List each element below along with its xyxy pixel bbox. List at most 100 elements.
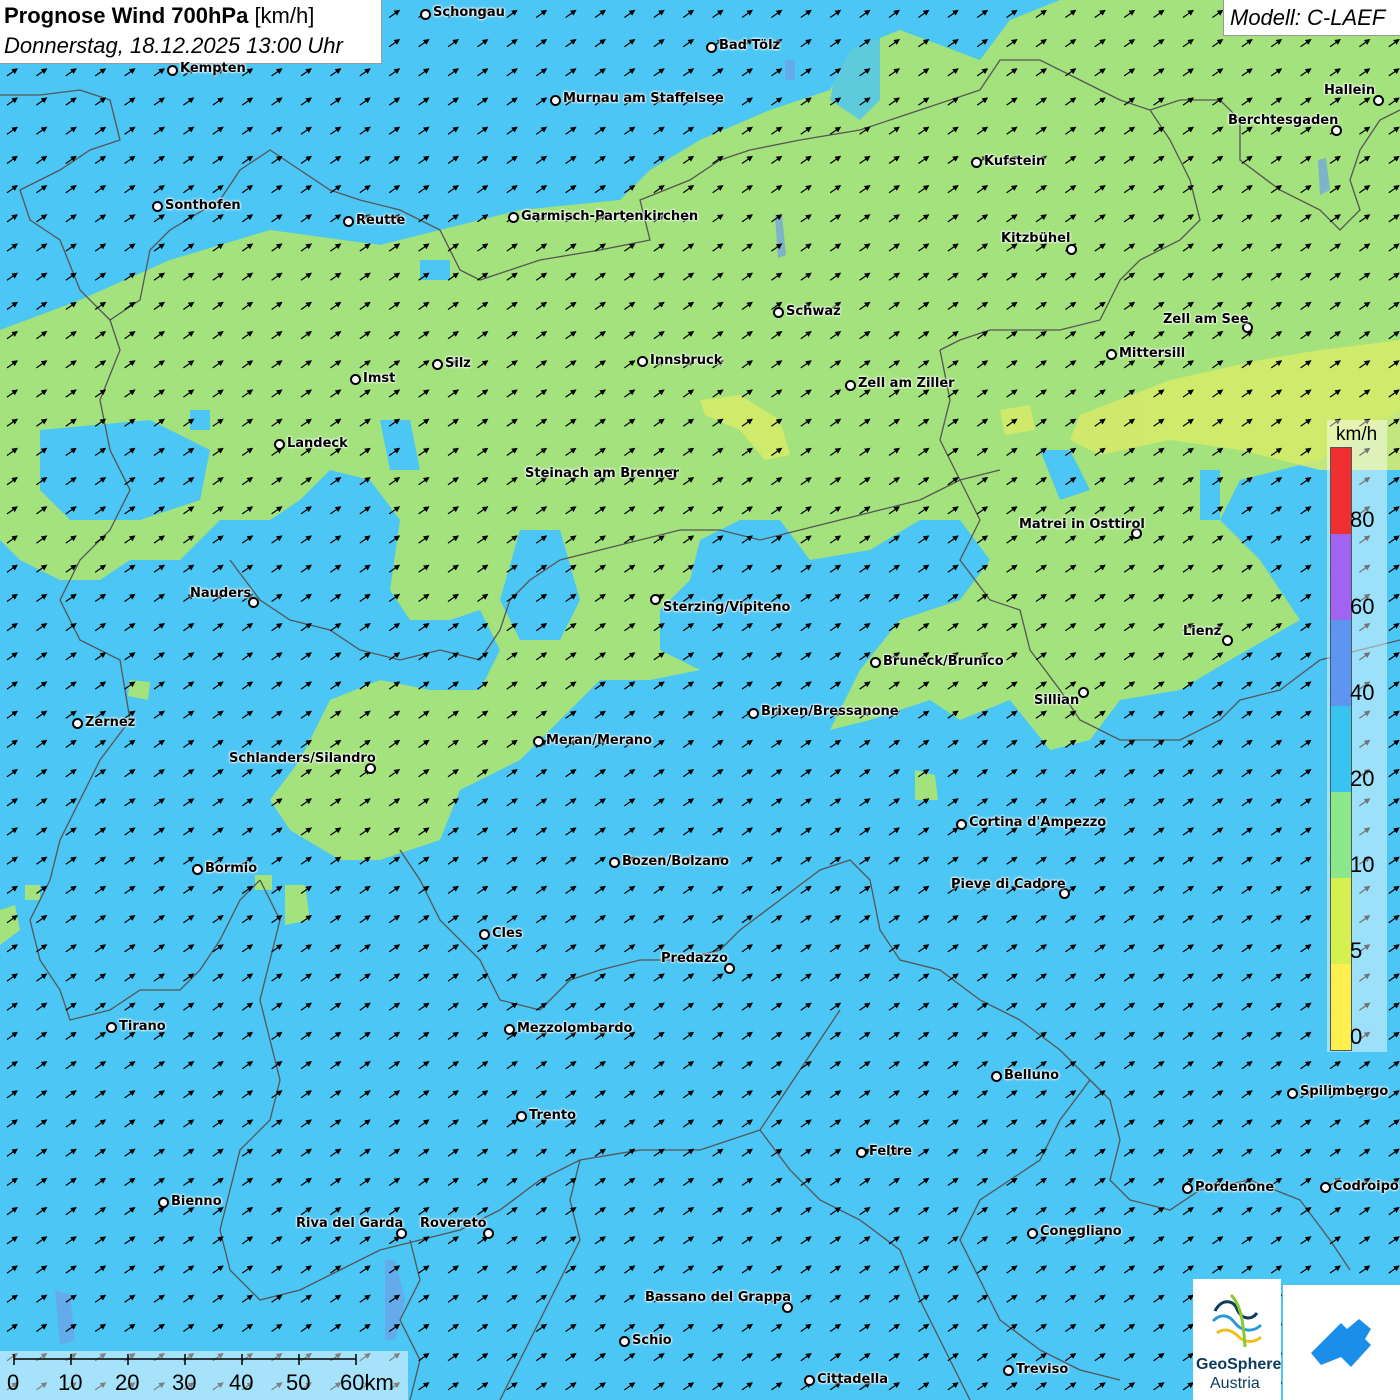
map-title: Prognose Wind 700hPa [km/h] (4, 3, 314, 29)
city-label: Sonthofen (165, 198, 241, 213)
city-label: Conegliano (1040, 1224, 1122, 1239)
city-label: Riva del Garda (296, 1216, 404, 1231)
city-dot (637, 356, 648, 367)
city-dot (533, 736, 544, 747)
city-dot (1287, 1088, 1298, 1099)
city-label: Bruneck/Brunico (883, 654, 1004, 669)
city-dot (516, 1111, 527, 1122)
city-label: Nauders (190, 586, 252, 601)
city-label: Schlanders/Silandro (229, 751, 376, 766)
city-dot (748, 708, 759, 719)
title-unit: [km/h] (254, 3, 315, 28)
city-dot (106, 1022, 117, 1033)
city-label: Sillian (1034, 693, 1080, 708)
city-label: Mittersill (1119, 346, 1186, 361)
city-label: Spilimbergo (1300, 1084, 1389, 1099)
scale-label: 40 (229, 1370, 254, 1395)
city-label: Landeck (287, 436, 348, 451)
city-dot (1106, 349, 1117, 360)
city-label: Hallein (1324, 83, 1376, 98)
city-dot (420, 9, 431, 20)
city-label: Kufstein (984, 154, 1046, 169)
city-label: Cles (492, 926, 523, 941)
city-label: Bad Tölz (719, 38, 781, 53)
city-dot (508, 212, 519, 223)
city-label: Steinach am Brenner (525, 466, 680, 481)
city-label: Rovereto (420, 1216, 487, 1231)
legend-label: 80 (1350, 507, 1375, 532)
city-label: Garmisch-Partenkirchen (521, 209, 699, 224)
logo-name-line2: Austria (1210, 1375, 1260, 1392)
scale-bar (13, 1354, 357, 1365)
city-label: Cittadella (817, 1372, 889, 1387)
forecast-datetime: Donnerstag, 18.12.2025 13:00 Uhr (4, 33, 343, 58)
scale-label: 60km (340, 1370, 394, 1395)
city-label: Schwaz (786, 304, 841, 319)
city-label: Cortina d'Ampezzo (969, 815, 1107, 830)
model-box: Modell: C-LAEF (1223, 0, 1400, 36)
scale-label: 20 (115, 1370, 140, 1395)
city-label: Bormio (205, 861, 258, 876)
city-dot (1222, 635, 1233, 646)
city-dot (432, 359, 443, 370)
geosphere-emblem-icon (1211, 1293, 1263, 1348)
city-label: Codroipo (1333, 1179, 1399, 1194)
city-label: Schio (632, 1333, 672, 1348)
city-label: Tirano (119, 1019, 166, 1034)
city-dot (504, 1024, 515, 1035)
city-label: Murnau am Staffelsee (563, 91, 724, 106)
city-label: Bienno (171, 1194, 222, 1209)
city-label: Predazzo (661, 951, 728, 966)
city-dot (773, 307, 784, 318)
geosphere-logo[interactable]: GeoSphere Austria (1193, 1279, 1281, 1400)
city-label: Sterzing/Vipiteno (663, 600, 791, 615)
city-dot (167, 65, 178, 76)
legend-segment-20-40 (1331, 706, 1351, 792)
city-label: Pordenone (1195, 1180, 1275, 1195)
title-bold: Prognose Wind 700hPa (4, 3, 249, 28)
city-label: Trento (529, 1108, 577, 1123)
legend-label: 10 (1350, 852, 1375, 877)
city-label: Feltre (869, 1144, 913, 1159)
city-dot (343, 216, 354, 227)
city-label: Silz (445, 356, 471, 371)
weather-app-logo[interactable] (1283, 1285, 1400, 1400)
legend-label: 40 (1350, 680, 1375, 705)
city-dot (619, 1336, 630, 1347)
city-label: Bassano del Grappa (645, 1290, 791, 1305)
city-label: Matrei in Osttirol (1019, 517, 1145, 532)
app-arrow-icon (1311, 1319, 1371, 1367)
city-label: Kempten (180, 61, 246, 76)
legend-label: 0 (1350, 1024, 1363, 1049)
city-dot (152, 201, 163, 212)
scale-label: 0 (7, 1370, 20, 1395)
city-label: Pieve di Cadore (951, 877, 1066, 892)
city-dot (350, 374, 361, 385)
city-dot (706, 42, 717, 53)
legend-label: 60 (1350, 594, 1375, 619)
legend-segment-5-10 (1331, 878, 1351, 964)
legend-segment-80plus (1331, 448, 1351, 534)
city-dot (609, 857, 620, 868)
city-dot (1320, 1182, 1331, 1193)
legend-label: 5 (1350, 938, 1363, 963)
city-label: Treviso (1016, 1362, 1069, 1377)
city-dot (1027, 1228, 1038, 1239)
city-label: Belluno (1004, 1068, 1060, 1083)
city-label: Lienz (1183, 624, 1222, 639)
logo-name-line1: GeoSphere (1196, 1356, 1282, 1373)
city-label: Reutte (356, 213, 406, 228)
city-dot (856, 1147, 867, 1158)
city-dot (650, 594, 661, 605)
city-dot (479, 929, 490, 940)
city-dot (971, 157, 982, 168)
model-label: Modell: C-LAEF (1230, 5, 1386, 30)
scale-label: 30 (172, 1370, 197, 1395)
city-dot (158, 1197, 169, 1208)
scale-label: 10 (58, 1370, 83, 1395)
city-dot (1078, 687, 1089, 698)
title-box: Prognose Wind 700hPa [km/h] Donnerstag, … (0, 0, 382, 64)
legend-segment-10-20 (1331, 792, 1351, 878)
legend-unit: km/h (1336, 424, 1378, 445)
city-dot (550, 95, 561, 106)
